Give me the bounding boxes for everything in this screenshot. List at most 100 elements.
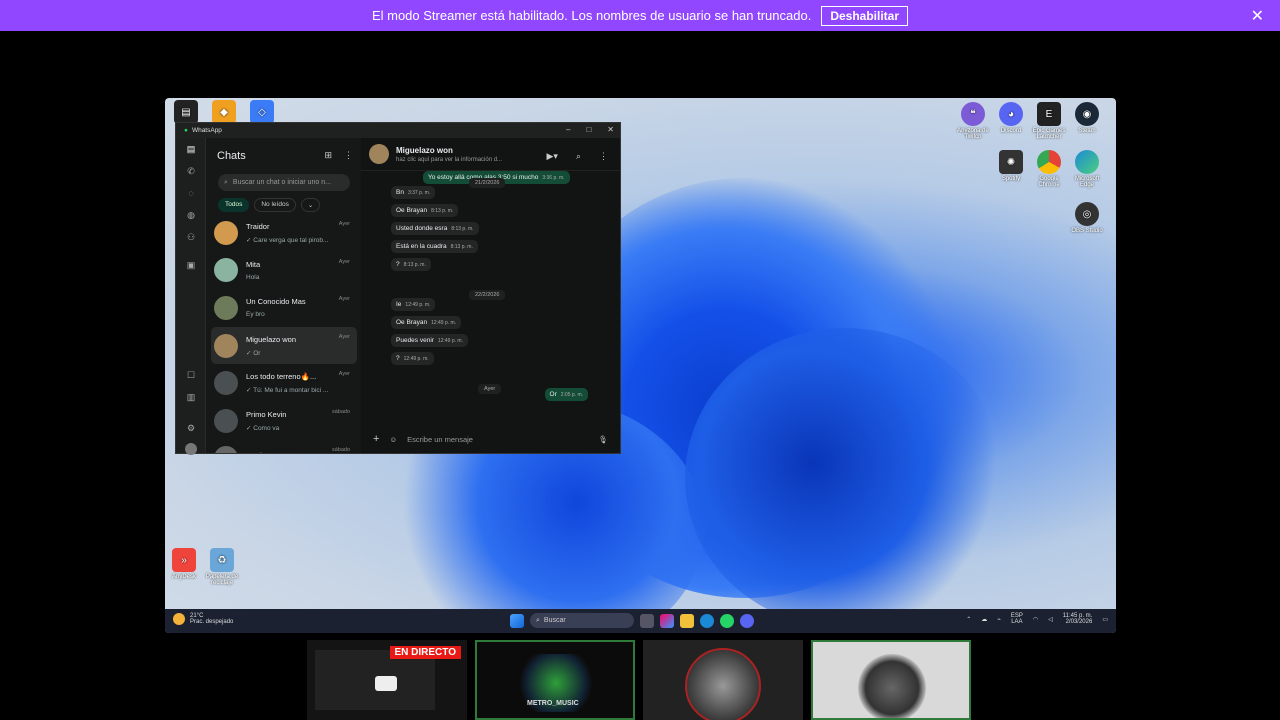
chat-preview: ✓ Tú: Me fui a montar bici ... [246, 387, 329, 395]
avatar [858, 654, 926, 718]
status-icon[interactable]: ◌ [176, 182, 206, 204]
thumbnail-cat[interactable] [811, 640, 971, 720]
chat-search-input[interactable]: ⌕ Buscar un chat o iniciar uno n... [218, 174, 350, 191]
thumbnail-live[interactable]: EN DIRECTO [307, 640, 467, 720]
desktop-icon-twitch-app[interactable]: ❝ Anyzona de Twitch [956, 102, 990, 140]
taskbar-search[interactable]: ⌕ Buscar [530, 613, 634, 628]
chat-preview: Ey bro [246, 311, 265, 319]
chat-list-item[interactable]: Los todo terreno🔥... ✓ Tú: Me fui a monta… [211, 364, 357, 402]
volume-icon[interactable]: ◁ [1048, 616, 1053, 623]
message-bubble[interactable]: Or 2:05 p. m. [544, 388, 588, 401]
start-icon[interactable] [510, 613, 524, 628]
attach-icon[interactable]: + [373, 433, 379, 445]
chat-preview: ✓ Como va [246, 424, 280, 432]
task-view-icon[interactable] [640, 613, 654, 628]
minimize-button[interactable]: – [566, 125, 570, 134]
thumbnail-avatar[interactable] [643, 640, 803, 720]
chat-time: sábado [331, 408, 350, 415]
chat-list-item[interactable]: Mita Hola Ayer [211, 252, 357, 290]
profile-avatar[interactable] [176, 438, 206, 460]
desktop-icon-recycle-bin[interactable]: ♻ Papelera de reciclaje [205, 548, 239, 586]
message-area[interactable]: Yo estoy allá como alas 3:50 si mucho3:3… [361, 171, 620, 425]
desktop-icon-discord[interactable]: ◕ Discord [994, 102, 1028, 134]
chat-list-item[interactable]: Miguelazo won ✓ Or Ayer [211, 326, 357, 365]
wifi-icon[interactable]: ◠ [1033, 616, 1038, 623]
filter-all[interactable]: Todos [218, 198, 250, 212]
chat-list-item[interactable]: Los bros sábado [211, 440, 357, 453]
copilot-icon[interactable] [660, 613, 674, 628]
date-divider: 22/2/2026 [469, 290, 506, 300]
message-bubble[interactable]: Oe Brayan 8:13 p. m. [391, 204, 459, 217]
communities-icon[interactable]: ⚇ [176, 226, 206, 248]
desktop-icon-epic[interactable]: E Epic Games Launcher [1032, 102, 1066, 140]
message-bubble[interactable]: Oe Brayan 12:49 p. m. [391, 316, 462, 329]
search-icon: ⌕ [224, 178, 228, 186]
sticker-icon[interactable]: ☺ [389, 435, 397, 444]
calls-icon[interactable]: ✆ [176, 160, 206, 182]
thumbnail-metro-music[interactable]: METRO_MUSIC [475, 640, 635, 720]
contact-avatar[interactable] [369, 144, 389, 164]
message-bubble[interactable]: Puedes venir 12:49 p. m. [391, 334, 468, 347]
file-explorer-icon[interactable] [680, 613, 694, 628]
network-icon[interactable]: ⌁ [997, 616, 1001, 623]
video-call-icon[interactable]: ▶▾ [547, 151, 558, 162]
chat-name: Primo Kevin [246, 409, 287, 419]
stream-video[interactable]: ▤ ◆ ◇ ❝ Anyzona de Twitch ◕ Discord E Epic … [165, 98, 1116, 633]
edge-taskbar-icon[interactable] [700, 613, 714, 628]
message-bubble[interactable]: ? 12:49 p. m. [391, 352, 434, 365]
chats-icon[interactable]: ▤ [176, 138, 206, 160]
archived-icon[interactable]: ▣ [176, 254, 206, 276]
desktop-icon-steam[interactable]: ◉ Steam [1070, 102, 1104, 134]
desktop-icon-edge[interactable]: Microsoft Edge [1070, 150, 1104, 188]
menu-icon[interactable]: ⋮ [344, 150, 353, 161]
whatsapp-window: ● WhatsApp – □ ✕ ▤ ✆ ◌ ◍ ⚇ ▣ ☐ ▥ ⚙ Chats… [175, 122, 621, 455]
whatsapp-taskbar-icon[interactable] [720, 613, 734, 628]
filter-unread[interactable]: No leídos [254, 198, 296, 212]
microphone-icon[interactable]: 🎙 [598, 435, 608, 444]
chats-heading: Chats [217, 150, 246, 162]
message-input[interactable]: Escribe un mensaje [407, 435, 588, 444]
windows-taskbar: 21°C Prac. despejado ⌕ Buscar ⌃ ☁ ⌁ ESP LA… [165, 609, 1116, 633]
close-window-button[interactable]: ✕ [607, 125, 614, 134]
close-icon[interactable]: ✕ [1251, 6, 1264, 26]
discord-taskbar-icon[interactable] [740, 613, 754, 628]
notification-icon[interactable]: ▭ [1102, 616, 1108, 623]
live-badge: EN DIRECTO [389, 646, 461, 659]
message-bubble[interactable]: ? 8:13 p. m. [391, 258, 431, 271]
filter-more[interactable]: ⌄ [300, 198, 321, 212]
settings-icon[interactable]: ⚙ [176, 417, 206, 439]
channels-icon[interactable]: ◍ [176, 204, 206, 226]
chat-name: Un Conocido Mas [246, 297, 306, 307]
chat-list-item[interactable]: Primo Kevin ✓ Como va sábado [211, 402, 357, 440]
starred-icon[interactable]: ☐ [176, 364, 206, 386]
message-bubble[interactable]: Está en la cuadra 8:13 p. m. [391, 240, 478, 253]
message-bubble[interactable]: Bn 3:37 p. m. [391, 186, 436, 199]
chat-name: Mita [246, 259, 261, 269]
chevron-up-icon[interactable]: ⌃ [966, 616, 971, 623]
chat-time: Ayer [338, 258, 350, 265]
epic-games-icon: E [1037, 102, 1061, 126]
conversation-header[interactable]: Miguelazo won haz clic aquí para ver la … [361, 138, 620, 171]
maximize-button[interactable]: □ [586, 125, 591, 134]
clock[interactable]: 11:45 p. m. 2/03/2026 [1063, 613, 1093, 625]
chat-avatar [214, 295, 238, 320]
desktop-icon-anydesk[interactable]: » AnyDesk [167, 548, 201, 580]
chrome-icon [1037, 150, 1061, 174]
new-chat-icon[interactable]: ⊞ [324, 150, 332, 161]
search-icon[interactable]: ⌕ [576, 151, 581, 162]
chat-list-item[interactable]: Traidor ✓ Care verga que tal pirob... Ayer [211, 214, 357, 252]
weather-widget[interactable]: 21°C Prac. despejado [173, 613, 233, 625]
chat-list-panel: Chats ⊞ ⋮ ⌕ Buscar un chat o iniciar uno… [207, 138, 361, 453]
media-icon[interactable]: ▥ [176, 386, 206, 408]
menu-icon[interactable]: ⋮ [599, 151, 608, 162]
language-indicator[interactable]: ESP LAA [1011, 613, 1023, 625]
disable-streamer-mode-button[interactable]: Deshabilitar [821, 5, 909, 26]
chat-list-item[interactable]: Un Conocido Mas Ey bro Ayer [211, 289, 357, 327]
message-bubble[interactable]: Ie 12:49 p. m. [391, 298, 436, 311]
desktop-icon-chrome[interactable]: Google Chrome [1032, 150, 1066, 188]
chat-avatar [214, 333, 238, 358]
message-bubble[interactable]: Usted donde esra 8:13 p. m. [391, 222, 479, 235]
cloud-icon[interactable]: ☁ [981, 616, 987, 623]
desktop-icon-obs[interactable]: ◎ OBS Studio [1070, 202, 1104, 234]
desktop-icon-spotify[interactable]: ✺ Spotify [994, 150, 1028, 182]
